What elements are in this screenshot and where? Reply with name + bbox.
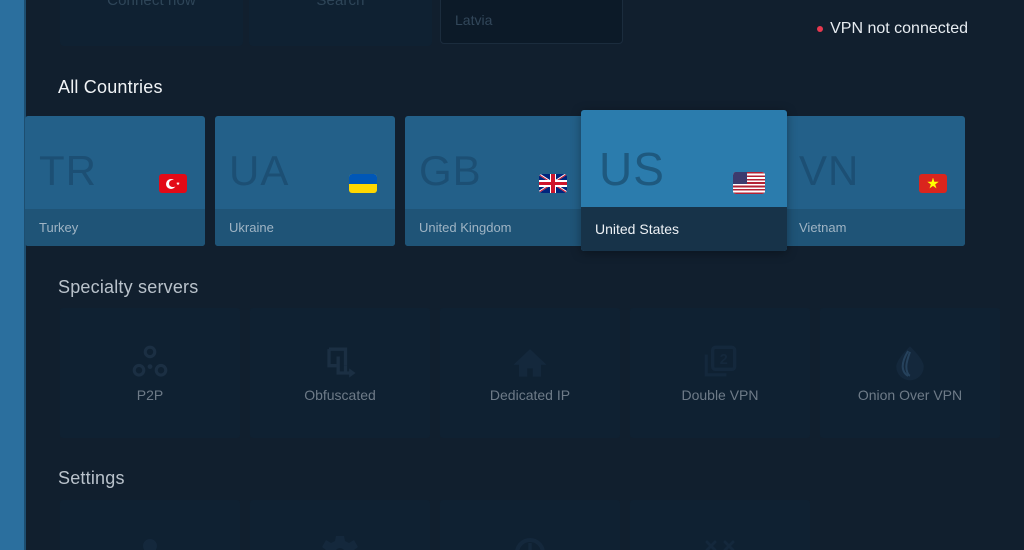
double-vpn-icon: 2: [697, 340, 743, 384]
country-card-united-kingdom[interactable]: GB United Kingdom: [405, 116, 585, 246]
country-code: GB: [419, 147, 482, 194]
flag-vietnam-icon: [919, 174, 947, 193]
country-code: UA: [229, 147, 290, 194]
obfuscated-icon: [317, 340, 363, 384]
search-input-value: Latvia: [455, 12, 493, 28]
specialty-label: P2P: [136, 387, 164, 403]
vpn-status: VPN not connected: [817, 20, 968, 38]
specialty-label: Double VPN: [681, 387, 759, 403]
flag-united-kingdom-icon: [539, 174, 567, 193]
country-card-ukraine[interactable]: UA Ukraine: [215, 116, 395, 246]
country-name: United Kingdom: [419, 220, 512, 235]
country-card-row: TR Turkey UA Ukraine GB United Kingdom V…: [0, 110, 1024, 255]
flag-turkey-icon: [159, 174, 187, 193]
specialty-card-dedicated-ip[interactable]: Dedicated IP: [440, 308, 620, 438]
onion-icon: [887, 340, 933, 384]
settings-card-account[interactable]: [60, 500, 240, 550]
help-icon: [509, 532, 551, 550]
search-button[interactable]: Search: [249, 0, 432, 46]
country-card-vietnam[interactable]: VN Vietnam: [785, 116, 965, 246]
svg-text:2: 2: [720, 352, 728, 368]
settings-card-tools[interactable]: [630, 500, 810, 550]
country-card-turkey[interactable]: TR Turkey: [25, 116, 205, 246]
specialty-card-obfuscated[interactable]: Obfuscated: [250, 308, 430, 438]
country-label-band: United States: [581, 207, 787, 251]
country-label-band: Ukraine: [215, 209, 395, 246]
connect-now-button[interactable]: Connect now: [60, 0, 243, 46]
country-name: United States: [595, 221, 680, 237]
country-code: TR: [39, 147, 97, 194]
search-input[interactable]: Latvia: [440, 0, 623, 44]
specialty-label: Dedicated IP: [489, 387, 571, 403]
country-name: Ukraine: [229, 220, 274, 235]
p2p-icon: [127, 340, 173, 384]
specialty-label: Onion Over VPN: [857, 387, 963, 403]
settings-card-row: [0, 500, 1024, 550]
left-rail-edge: [24, 0, 26, 550]
country-label-band: Turkey: [25, 209, 205, 246]
settings-card-general[interactable]: [250, 500, 430, 550]
status-dot-icon: [817, 26, 824, 32]
section-title-countries: All Countries: [58, 77, 163, 97]
gear-icon: [319, 532, 361, 550]
country-label-band: Vietnam: [785, 209, 965, 246]
country-code: VN: [799, 147, 860, 194]
settings-card-help[interactable]: [440, 500, 620, 550]
country-name: Turkey: [39, 220, 79, 235]
search-label: Search: [316, 0, 365, 9]
country-code: US: [599, 143, 665, 195]
specialty-label: Obfuscated: [304, 387, 376, 403]
connect-now-label: Connect now: [107, 0, 196, 9]
section-title-specialty: Specialty servers: [58, 277, 199, 297]
section-title-settings: Settings: [58, 468, 125, 488]
country-name: Vietnam: [799, 220, 847, 235]
vpn-app-window: Connect now Search Latvia VPN not connec…: [0, 0, 1024, 550]
specialty-card-onion-over-vpn[interactable]: Onion Over VPN: [820, 308, 1000, 438]
specialty-card-double-vpn[interactable]: 2 Double VPN: [630, 308, 810, 438]
country-card-united-states[interactable]: US United States: [581, 110, 787, 251]
flag-united-states-icon: [733, 172, 765, 194]
left-rail: [0, 0, 24, 550]
country-label-band: United Kingdom: [405, 209, 585, 246]
flag-ukraine-icon: [349, 174, 377, 193]
person-icon: [129, 532, 171, 550]
specialty-card-p2p[interactable]: P2P: [60, 308, 240, 438]
status-text: VPN not connected: [830, 20, 968, 37]
tools-icon: [699, 532, 741, 550]
specialty-card-row: P2P Obfuscated Dedicated IP 2 Double VPN…: [0, 308, 1024, 438]
home-icon: [507, 340, 553, 384]
